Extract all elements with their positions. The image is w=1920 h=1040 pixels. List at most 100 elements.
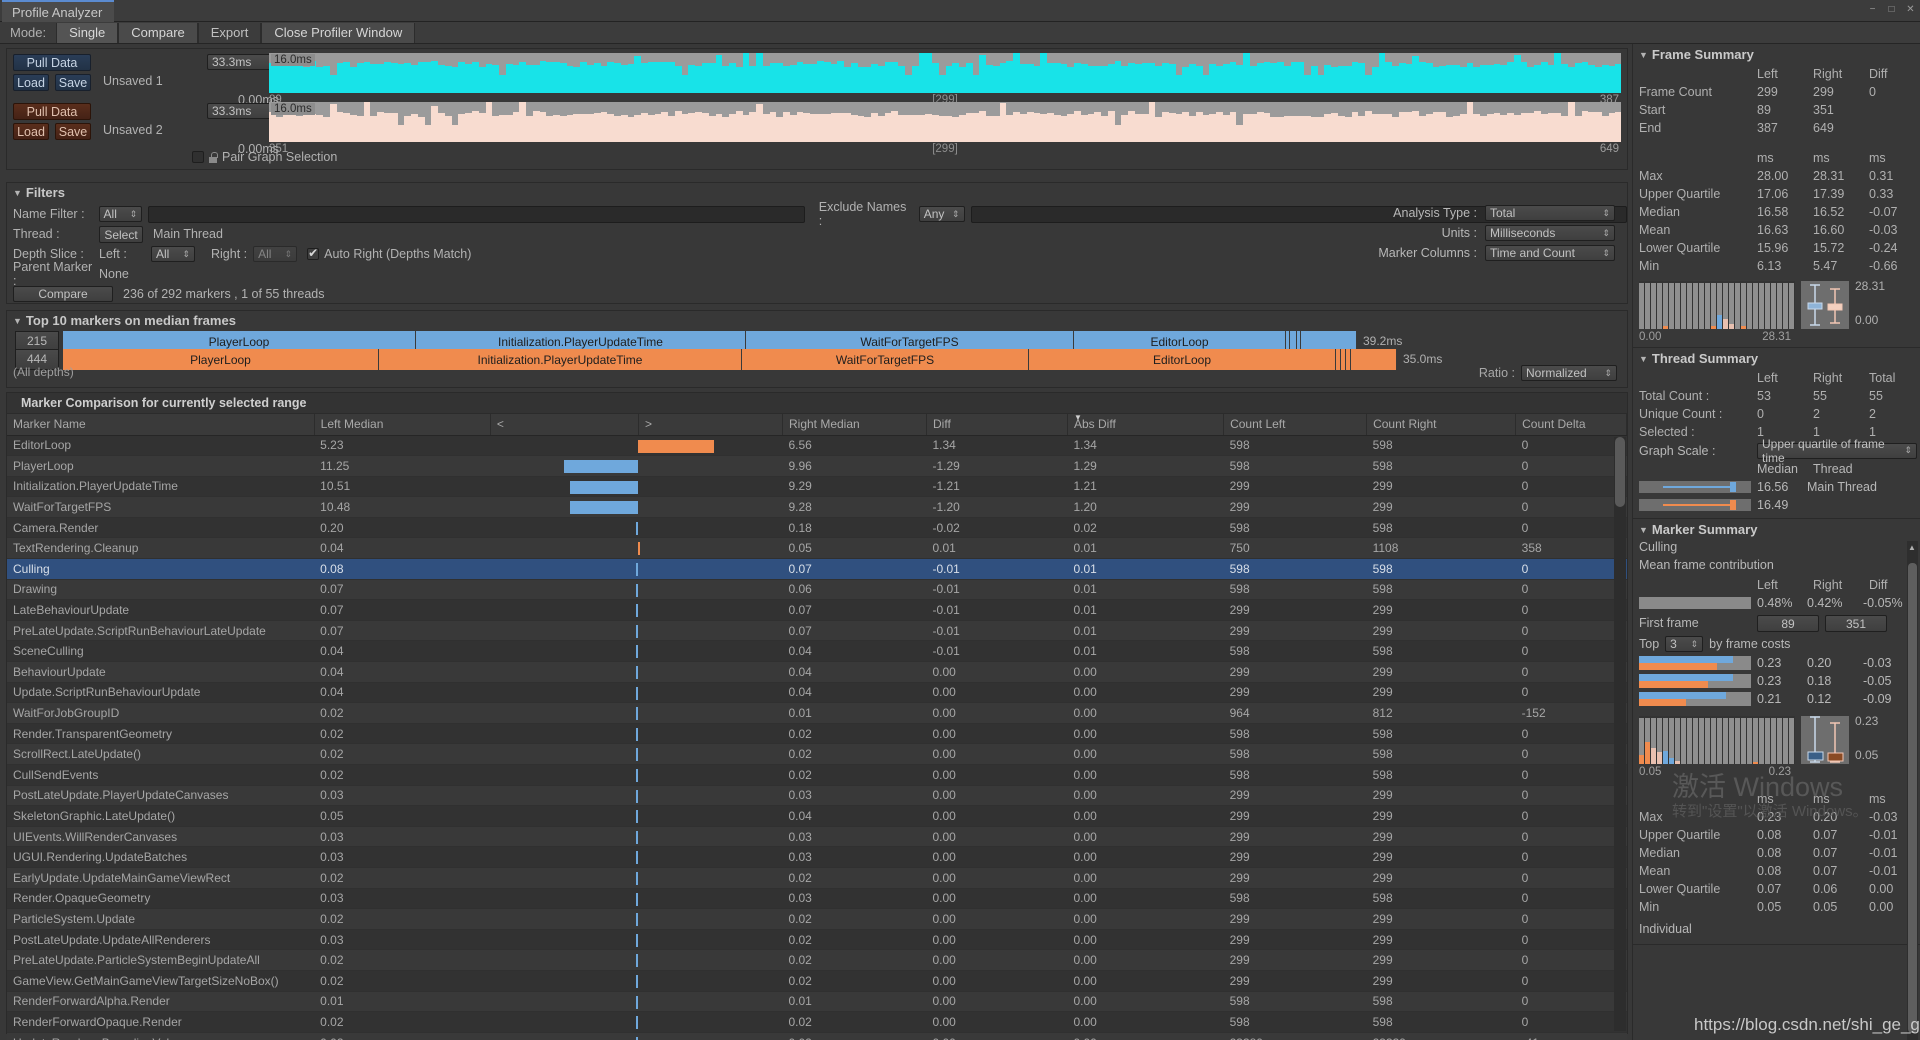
table-scrollbar-thumb[interactable] (1615, 437, 1625, 507)
units-popup[interactable]: Milliseconds ⇕ (1485, 225, 1615, 241)
table-row[interactable]: TextRendering.Cleanup 0.04 0.05 0.01 0.01 750… (7, 537, 1627, 560)
table-row[interactable]: Update.ScriptRunBehaviourUpdate 0.04 0.04 0… (7, 682, 1627, 704)
column-header[interactable]: ▼ Abs Diff (1067, 413, 1225, 436)
menu-item-compare[interactable]: Compare (118, 22, 198, 43)
column-header[interactable]: Right Median (782, 414, 928, 436)
thread-summary-title-row[interactable]: ▼ Thread Summary (1633, 348, 1920, 369)
auto-right-checkbox[interactable] (307, 246, 320, 260)
name-filter-mode-popup[interactable]: All ⇕ (98, 206, 143, 222)
table-row[interactable]: LateBehaviourUpdate 0.07 0.07 -0.01 0.01 299 2… (7, 599, 1627, 621)
thread-select-button[interactable]: Select (99, 225, 143, 243)
marker-summary-histogram[interactable] (1639, 716, 1795, 764)
table-row[interactable]: UGUI.Rendering.UpdateBatches 0.03 0.03 0.00… (7, 846, 1627, 868)
thread-row[interactable]: 16.56 Main Thread (1639, 478, 1920, 496)
top10-segment[interactable]: Initialization.PlayerUpdateTime (379, 349, 742, 370)
top-count-popup[interactable]: 3 ⇕ (1665, 636, 1704, 652)
menu-item-single[interactable]: Single (56, 22, 119, 43)
thread-scale-bar[interactable] (1639, 499, 1751, 511)
exclude-names-mode-popup[interactable]: Any ⇕ (918, 206, 965, 222)
table-row[interactable]: CullSendEvents 0.02 0.02 0.00 0.00 598 598 0 (7, 764, 1627, 786)
top10-bars-right[interactable]: PlayerLoop Initialization.PlayerUpdateTim… (63, 349, 1397, 370)
table-scrollbar[interactable] (1614, 437, 1626, 1031)
compare-button[interactable]: Compare (13, 286, 113, 302)
column-header[interactable]: > (638, 414, 783, 436)
table-row[interactable]: UIEvents.WillRenderCanvases 0.03 0.03 0.00 0… (7, 826, 1627, 848)
table-row[interactable]: BehaviourUpdate 0.04 0.04 0.00 0.00 299 299 0 (7, 661, 1627, 683)
table-row[interactable]: Culling 0.08 0.07 -0.01 0.01 598 598 0 (7, 558, 1627, 580)
column-header[interactable]: Marker Name (7, 414, 315, 436)
table-row[interactable]: GameView.GetMainGameViewTargetSizeNoBox(… (7, 970, 1627, 992)
table-row[interactable]: Drawing 0.07 0.06 -0.01 0.01 598 598 0 (7, 579, 1627, 601)
marker-summary-scrollbar[interactable]: ▲ ▼ (1907, 541, 1918, 1040)
top10-segment[interactable]: WaitForTargetFPS (742, 349, 1029, 370)
column-header[interactable]: < (490, 414, 639, 436)
pair-graph-selection-checkbox[interactable] (192, 151, 204, 163)
top-cost-row[interactable]: 0.21 0.12 -0.09 (1639, 690, 1920, 708)
load-button-right[interactable]: Load (13, 123, 49, 140)
marker-columns-popup[interactable]: Time and Count ⇕ (1485, 245, 1615, 261)
save-button-right[interactable]: Save (55, 123, 91, 140)
table-row[interactable]: SkeletonGraphic.LateUpdate() 0.05 0.04 0.00… (7, 805, 1627, 827)
top-cost-row[interactable]: 0.23 0.20 -0.03 (1639, 654, 1920, 672)
table-row[interactable]: SceneCulling 0.04 0.04 -0.01 0.01 598 598 0 (7, 640, 1627, 663)
column-header[interactable]: Count Delta (1515, 414, 1627, 436)
menu-item-close-profiler[interactable]: Close Profiler Window (261, 22, 416, 43)
frame-graph-right[interactable]: 16.0ms (269, 102, 1621, 142)
table-row[interactable]: Initialization.PlayerUpdateTime 10.51 9.29… (7, 476, 1627, 498)
column-header[interactable]: Diff (926, 414, 1068, 436)
column-header[interactable]: Count Right (1366, 414, 1517, 436)
table-row[interactable]: EarlyUpdate.UpdateMainGameViewRect 0.02 0.… (7, 867, 1627, 889)
marker-comparison-header-row[interactable]: Marker Name Left Median < > Right Median Diff… (7, 413, 1627, 436)
column-header[interactable]: Count Left (1223, 414, 1368, 436)
table-row[interactable]: Render.TransparentGeometry 0.02 0.02 0.00 0.… (7, 723, 1627, 745)
close-icon[interactable]: ✕ (1905, 4, 1916, 15)
marker-summary-scrollbar-thumb[interactable] (1908, 563, 1917, 1033)
frame-summary-boxplot[interactable] (1801, 281, 1849, 329)
table-row[interactable]: Camera.Render 0.20 0.18 -0.02 0.02 598 598 0 (7, 517, 1627, 539)
top10-title-row[interactable]: ▼ Top 10 markers on median frames (7, 311, 1627, 330)
frame-graph-left[interactable]: 16.0ms (269, 53, 1621, 93)
pull-data-button-right[interactable]: Pull Data (13, 103, 91, 120)
top10-segment[interactable] (1351, 349, 1397, 370)
pull-data-button-left[interactable]: Pull Data (13, 54, 91, 71)
marker-summary-title-row[interactable]: ▼ Marker Summary (1633, 519, 1920, 540)
table-row[interactable]: UpdateRendererBoundingVolumes0.020.020.0… (7, 1032, 1627, 1040)
analysis-type-popup[interactable]: Total ⇕ (1485, 205, 1615, 221)
table-row[interactable]: WaitForJobGroupID 0.02 0.01 0.00 0.00 964 812-… (7, 702, 1627, 724)
table-row[interactable]: PreLateUpdate.ParticleSystemBeginUpdateA… (7, 949, 1627, 971)
top10-segment[interactable]: EditorLoop (1029, 349, 1336, 370)
save-button-left[interactable]: Save (55, 74, 91, 91)
table-row[interactable]: EditorLoop 5.23 6.56 1.34 1.34 598 598 0 (7, 435, 1627, 457)
top10-segment[interactable]: PlayerLoop (63, 349, 379, 370)
scroll-up-arrow-icon[interactable]: ▲ (1908, 543, 1916, 552)
table-row[interactable]: PostLateUpdate.PlayerUpdateCanvases 0.03 0… (7, 785, 1627, 807)
marker-summary-boxplot[interactable] (1801, 716, 1849, 764)
name-filter-input[interactable] (148, 205, 805, 223)
load-button-left[interactable]: Load (13, 74, 49, 91)
table-row[interactable]: ScrollRect.LateUpdate() 0.02 0.02 0.00 0.00 5… (7, 743, 1627, 765)
minimize-icon[interactable]: − (1867, 4, 1878, 15)
table-row[interactable]: Render.OpaqueGeometry 0.03 0.03 0.00 0.00 598… (7, 888, 1627, 910)
column-header[interactable]: Left Median (314, 414, 491, 436)
table-row[interactable]: PostLateUpdate.UpdateAllRenderers 0.03 0.0… (7, 929, 1627, 951)
menu-item-export[interactable]: Export (197, 22, 262, 43)
table-row[interactable]: WaitForTargetFPS 10.48 9.28 -1.20 1.20 299 299… (7, 496, 1627, 518)
table-row[interactable]: ParticleSystem.Update 0.02 0.02 0.00 0.00 299… (7, 908, 1627, 930)
first-frame-right-button[interactable]: 351 (1825, 614, 1887, 632)
graph-scale-popup[interactable]: Upper quartile of frame time ⇕ (1757, 437, 1917, 465)
depth-left-popup[interactable]: All ⇕ (151, 246, 195, 262)
maximize-icon[interactable]: □ (1886, 4, 1897, 15)
window-tab[interactable]: Profile Analyzer (2, 0, 115, 22)
lock-icon[interactable] (208, 151, 218, 163)
ratio-popup[interactable]: Normalized ⇕ (1521, 365, 1617, 381)
thread-scale-bar[interactable] (1639, 481, 1751, 493)
table-row[interactable]: RenderForwardAlpha.Render 0.01 0.01 0.00 0.0… (7, 991, 1627, 1013)
table-row[interactable]: PlayerLoop 11.25 9.96 -1.29 1.29 598 598 0 (7, 455, 1627, 477)
filters-title-row[interactable]: ▼ Filters (7, 183, 1627, 202)
table-row[interactable]: PreLateUpdate.ScriptRunBehaviourLateUpda… (7, 620, 1627, 642)
frame-summary-histogram[interactable] (1639, 281, 1795, 329)
depth-right-popup[interactable]: All ⇕ (253, 246, 298, 262)
frame-summary-title-row[interactable]: ▼ Frame Summary (1633, 44, 1920, 65)
first-frame-left-button[interactable]: 89 (1757, 614, 1819, 632)
table-row[interactable]: RenderForwardOpaque.Render 0.02 0.02 0.00 0.… (7, 1011, 1627, 1033)
